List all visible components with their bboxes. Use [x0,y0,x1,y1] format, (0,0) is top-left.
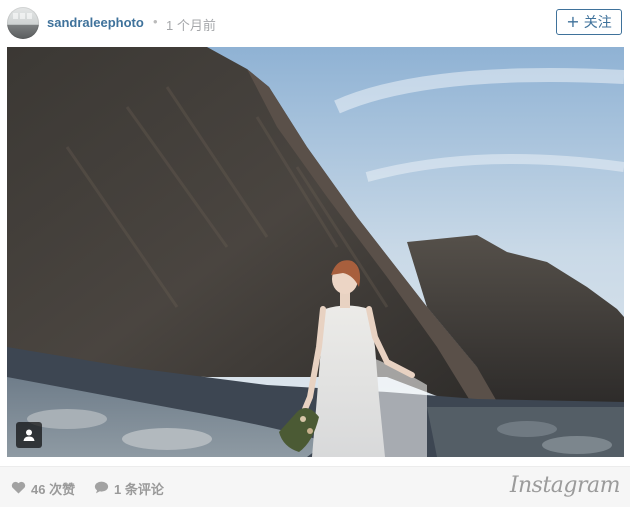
plus-icon: + [566,12,580,31]
likes-count[interactable]: 46 次赞 [11,479,75,498]
post-header: sandraleephoto • 1 个月前 + 关注 [0,0,630,46]
post-footer: 46 次赞 1 条评论 Instagram [0,466,630,507]
photo-image [7,47,624,457]
avatar[interactable] [7,7,39,39]
comments-label: 1 条评论 [114,482,164,497]
comments-count[interactable]: 1 条评论 [94,479,164,498]
post-time[interactable]: 1 个月前 [166,15,216,34]
user-tag-icon[interactable] [16,422,42,448]
instagram-logo[interactable]: Instagram [510,473,621,498]
heart-icon [11,481,26,497]
likes-label: 46 次赞 [31,482,76,497]
username-link[interactable]: sandraleephoto [47,15,144,30]
follow-label: 关注 [583,15,612,31]
speech-bubble-icon [94,481,109,497]
post-photo[interactable] [7,47,624,457]
follow-button[interactable]: + 关注 [556,9,622,35]
separator-dot: • [153,14,158,29]
